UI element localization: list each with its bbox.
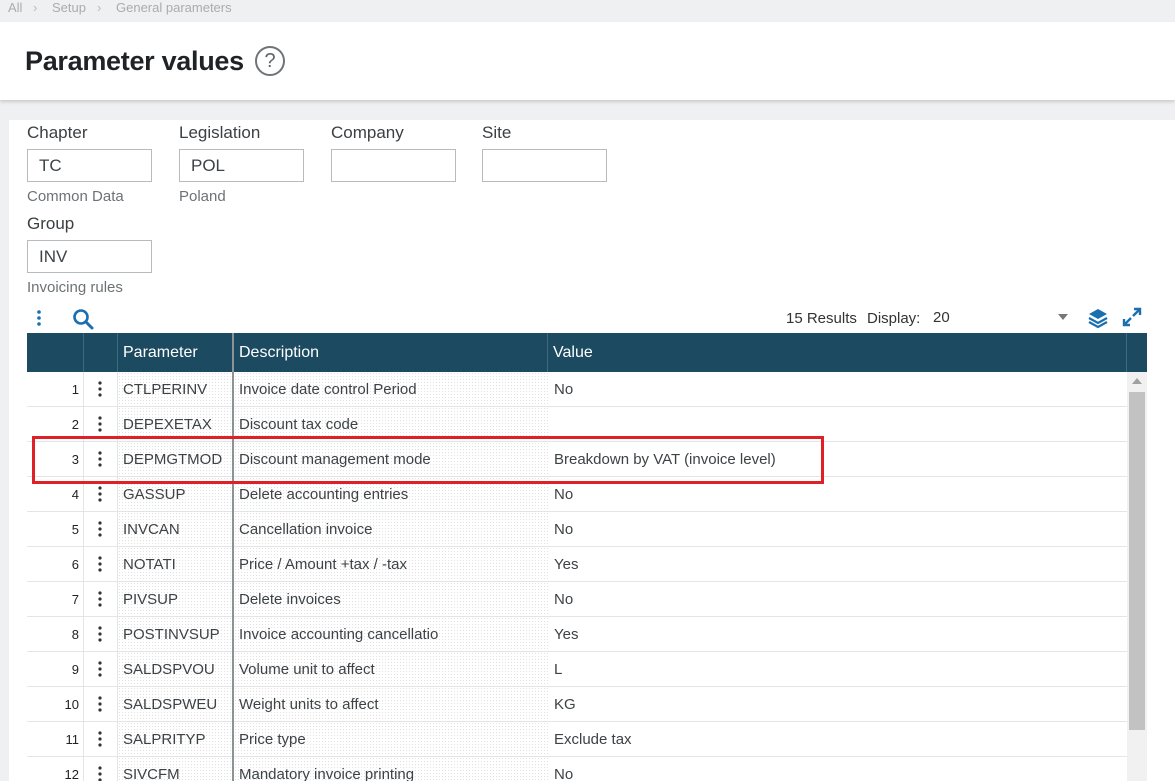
chapter-field[interactable]: TC [27,149,152,182]
company-field[interactable] [331,149,456,182]
group-field[interactable]: INV [27,240,152,273]
breadcrumb: All › Setup › General parameters [0,0,1175,22]
parameter-cell[interactable]: SALPRITYP [118,722,231,757]
row-number: 7 [71,592,79,607]
parameter-cell[interactable]: SALDSPVOU [118,652,231,687]
value-cell[interactable]: No [548,582,1108,617]
description-cell: Invoice accounting cancellatio [234,617,548,652]
row-menu-icon[interactable] [85,547,115,582]
chapter-label: Chapter [27,123,88,142]
row-menu-icon[interactable] [85,512,115,547]
chevron-down-icon[interactable] [1058,314,1068,320]
row-number: 5 [71,522,79,537]
row-menu-icon[interactable] [85,652,115,687]
row-number: 9 [71,662,79,677]
parameter-cell[interactable]: SIVCFM [118,757,231,781]
row-number: 8 [71,627,79,642]
breadcrumb-item-setup[interactable]: Setup [52,0,86,15]
description-cell: Weight units to affect [234,687,548,722]
parameter-cell[interactable]: INVCAN [118,512,231,547]
grid-body: 1 CTLPERINV Invoice date control Period … [27,372,1127,781]
breadcrumb-item-general-parameters[interactable]: General parameters [116,0,232,15]
row-number: 11 [65,732,80,747]
table-row[interactable]: 1 CTLPERINV Invoice date control Period … [27,372,1127,407]
column-header-value[interactable]: Value [547,333,593,372]
table-row[interactable]: 6 NOTATI Price / Amount +tax / -tax Yes [27,547,1127,582]
legislation-description: Poland [179,188,226,205]
help-icon[interactable]: ? [255,46,285,76]
parameter-cell[interactable]: SALDSPWEU [118,687,231,722]
highlight-annotation [32,436,824,484]
parameter-cell[interactable]: PIVSUP [118,582,231,617]
parameter-cell[interactable]: POSTINVSUP [118,617,231,652]
table-row[interactable]: 5 INVCAN Cancellation invoice No [27,512,1127,547]
row-menu-icon[interactable] [85,617,115,652]
vertical-dots-icon[interactable] [31,309,47,327]
parameter-cell[interactable]: NOTATI [118,547,231,582]
row-number: 6 [71,557,79,572]
parameter-cell[interactable]: CTLPERINV [118,372,231,407]
column-header-description[interactable]: Description [233,333,319,372]
parameters-grid: Parameter Description Value 1 CTLPERINV … [27,333,1147,781]
row-menu-icon[interactable] [85,722,115,757]
description-cell: Mandatory invoice printing [234,757,548,781]
table-row[interactable]: 11 SALPRITYP Price type Exclude tax [27,722,1127,757]
chapter-description: Common Data [27,188,124,205]
value-cell[interactable]: No [548,372,1108,407]
layers-icon[interactable] [1087,307,1109,329]
row-number: 1 [71,382,79,397]
table-row[interactable]: 10 SALDSPWEU Weight units to affect KG [27,687,1127,722]
display-label: Display: [867,310,921,327]
scroll-up-arrow-icon[interactable] [1132,378,1142,384]
description-cell: Price / Amount +tax / -tax [234,547,548,582]
column-header-parameter[interactable]: Parameter [117,333,198,372]
grid-header: Parameter Description Value [27,333,1147,372]
value-cell[interactable]: Yes [548,617,1108,652]
table-row[interactable]: 7 PIVSUP Delete invoices No [27,582,1127,617]
description-cell: Delete invoices [234,582,548,617]
site-label: Site [482,123,512,142]
value-cell[interactable]: No [548,512,1108,547]
value-cell[interactable]: Yes [548,547,1108,582]
description-cell: Cancellation invoice [234,512,548,547]
company-label: Company [331,123,404,142]
row-menu-icon[interactable] [85,372,115,407]
group-description: Invoicing rules [27,279,123,296]
value-cell[interactable]: L [548,652,1108,687]
table-row[interactable]: 8 POSTINVSUP Invoice accounting cancella… [27,617,1127,652]
chevron-right-icon: › [33,0,38,15]
value-cell[interactable]: Exclude tax [548,722,1108,757]
page-title: Parameter values [25,46,244,76]
expand-icon[interactable] [1121,306,1143,328]
row-menu-icon[interactable] [85,582,115,617]
display-select[interactable]: 20 [933,309,950,326]
results-count: 15 Results [786,310,857,327]
group-label: Group [27,214,75,233]
row-number: 12 [64,767,79,781]
row-menu-icon[interactable] [85,757,115,781]
table-row[interactable]: 9 SALDSPVOU Volume unit to affect L [27,652,1127,687]
page-header: Parameter values ? [0,22,1175,100]
description-cell: Invoice date control Period [234,372,548,407]
value-cell[interactable]: No [548,757,1108,781]
breadcrumb-item-all[interactable]: All [8,0,22,15]
description-cell: Price type [234,722,548,757]
scrollbar-thumb[interactable] [1129,392,1145,730]
table-row[interactable]: 12 SIVCFM Mandatory invoice printing No [27,757,1127,781]
chevron-right-icon: › [97,0,102,15]
row-number: 10 [64,697,79,712]
value-cell[interactable]: KG [548,687,1108,722]
search-icon[interactable] [71,307,95,331]
site-field[interactable] [482,149,607,182]
row-menu-icon[interactable] [85,687,115,722]
description-cell: Volume unit to affect [234,652,548,687]
grid-toolbar: 15 Results Display: 20 [9,305,1175,333]
grid-scrollbar[interactable] [1127,372,1147,781]
legislation-label: Legislation [179,123,261,142]
legislation-field[interactable]: POL [179,149,304,182]
